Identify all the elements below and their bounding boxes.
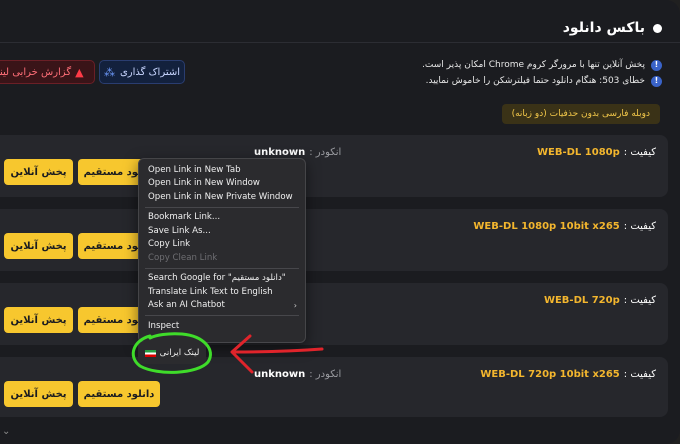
download-row: کیفیت : WEB-DL 720p 10bit x265 انکودر : …	[0, 357, 668, 417]
menu-item-ask-ai-chatbot[interactable]: Ask an AI Chatbot ›	[139, 299, 305, 313]
menu-item-inspect[interactable]: Inspect	[139, 319, 305, 333]
encoder-label: انکودر :	[309, 147, 342, 158]
direct-download-button[interactable]: دانلود مستقیم	[78, 381, 160, 407]
download-box-header: باکس دانلود	[563, 20, 662, 36]
download-row: کیفیت : WEB-DL 1080p 10bit x265 پخش آنلا…	[0, 209, 668, 271]
quality-value: WEB-DL 1080p	[536, 147, 620, 158]
quality-label: کیفیت :	[623, 147, 656, 158]
menu-item-save-link-as[interactable]: Save Link As...	[139, 224, 305, 238]
menu-item-label: Ask an AI Chatbot	[148, 300, 225, 311]
quality-label: کیفیت :	[623, 221, 656, 232]
encoder-label: انکودر :	[309, 369, 342, 380]
warning-icon: ▲	[75, 65, 84, 79]
note-text: خطای 503: هنگام دانلود حتما فیلترشکن را …	[425, 76, 645, 86]
row-quality: کیفیت : WEB-DL 720p 10bit x265	[480, 369, 656, 380]
row-quality: کیفیت : WEB-DL 1080p	[537, 147, 656, 158]
report-button-label: گزارش خرابی لینک	[0, 66, 72, 78]
quality-label: کیفیت :	[623, 369, 656, 380]
menu-divider	[145, 315, 299, 316]
info-icon: !	[651, 75, 662, 87]
chevron-down-icon[interactable]: ⌄	[2, 426, 10, 437]
browser-context-menu: Open Link in New Tab Open Link in New Wi…	[138, 158, 306, 343]
header-divider	[0, 42, 680, 43]
menu-item-copy-link[interactable]: Copy Link	[139, 238, 305, 252]
dub-tag: دوبله فارسی بدون حذفیات (دو زبانه)	[501, 104, 660, 124]
iran-flag-icon	[144, 349, 156, 357]
submenu-chevron-icon: ›	[293, 300, 297, 310]
menu-item-bookmark-link[interactable]: Bookmark Link...	[139, 211, 305, 225]
share-button[interactable]: اشتراک گذاری ⁂	[99, 60, 185, 84]
row-encoder: انکودر : unknown	[254, 369, 341, 380]
info-icon: !	[651, 59, 662, 71]
play-online-button[interactable]: پخش آنلاین	[4, 307, 73, 333]
menu-item-copy-clean-link: Copy Clean Link	[148, 252, 218, 263]
row-quality: کیفیت : WEB-DL 720p	[544, 295, 656, 306]
encoder-value: unknown	[254, 147, 306, 158]
menu-item-open-private-window[interactable]: Open Link in New Private Window	[139, 190, 305, 204]
note-503: ! خطای 503: هنگام دانلود حتما فیلترشکن ر…	[422, 73, 662, 89]
play-online-button[interactable]: پخش آنلاین	[4, 233, 73, 259]
menu-item-search-google[interactable]: Search Google for "دانلود مستقیم"	[139, 272, 305, 286]
download-row: کیفیت : WEB-DL 1080p انکودر : unknown پخ…	[0, 135, 668, 197]
header-dot-icon	[653, 23, 662, 33]
menu-item-open-new-window[interactable]: Open Link in New Window	[139, 177, 305, 191]
download-row: کیفیت : WEB-DL 720p پخش آنلاین دانلود مس…	[0, 283, 668, 345]
quality-value: WEB-DL 1080p 10bit x265	[473, 221, 620, 232]
download-box-title: باکس دانلود	[562, 20, 645, 36]
row-encoder: انکودر : unknown	[254, 147, 341, 158]
report-broken-link-button[interactable]: ▲ گزارش خرابی لینک	[0, 60, 95, 84]
quality-value: WEB-DL 720p 10bit x265	[480, 369, 620, 380]
download-box-panel: باکس دانلود ! پخش آنلاین تنها با مرورگر …	[0, 0, 680, 444]
menu-divider	[145, 206, 299, 208]
share-button-label: اشتراک گذاری	[119, 66, 181, 78]
share-icon: ⁂	[103, 65, 115, 79]
quality-label: کیفیت :	[623, 295, 656, 306]
row-quality: کیفیت : WEB-DL 1080p 10bit x265	[473, 221, 656, 232]
encoder-value: unknown	[254, 369, 306, 380]
menu-divider	[145, 267, 299, 269]
menu-item-translate-link[interactable]: Translate Link Text to English	[139, 285, 305, 299]
note-chrome: ! پخش آنلاین تنها با مرورگر کروم Chrome …	[422, 57, 662, 73]
notes-list: ! پخش آنلاین تنها با مرورگر کروم Chrome …	[422, 57, 662, 89]
play-online-button[interactable]: پخش آنلاین	[4, 381, 73, 407]
menu-item-open-new-tab[interactable]: Open Link in New Tab	[139, 163, 305, 177]
menu-item-label: لینک ایرانی	[159, 348, 200, 358]
note-text: پخش آنلاین تنها با مرورگر کروم Chrome ام…	[422, 60, 645, 70]
play-online-button[interactable]: پخش آنلاین	[4, 159, 73, 185]
menu-item-iranian-link[interactable]: لینک ایرانی	[138, 342, 206, 364]
quality-value: WEB-DL 720p	[543, 295, 620, 306]
